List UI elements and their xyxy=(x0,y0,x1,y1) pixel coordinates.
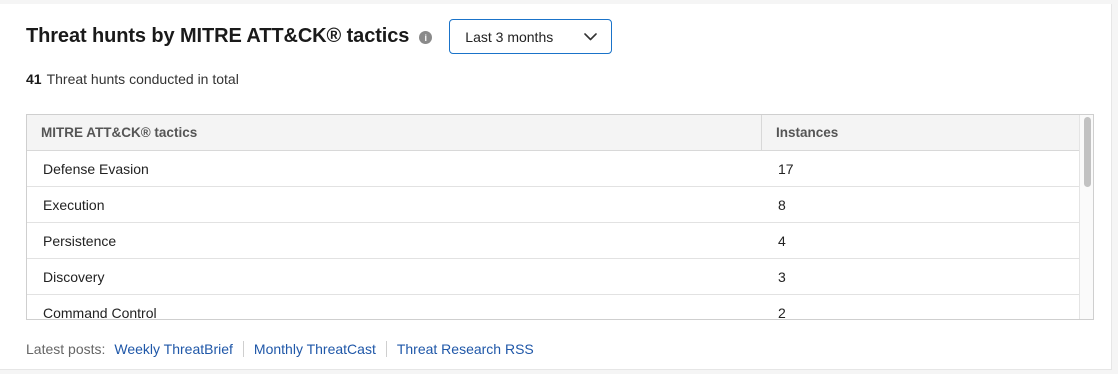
row-tactic: Discovery xyxy=(43,268,105,285)
hunts-summary: 41 Threat hunts conducted in total xyxy=(26,71,239,87)
chevron-down-icon xyxy=(584,32,598,41)
row-instances: 2 xyxy=(778,304,786,320)
column-header-instances[interactable]: Instances xyxy=(762,125,1080,140)
row-instances: 4 xyxy=(778,232,786,249)
link-divider xyxy=(242,341,244,357)
card-header: Threat hunts by MITRE ATT&CK® tactics i … xyxy=(26,19,613,54)
table-row: Discovery 3 xyxy=(27,259,1080,295)
link-divider xyxy=(385,341,387,357)
table-scrollbar[interactable] xyxy=(1079,115,1093,319)
row-tactic: Command Control xyxy=(43,304,157,320)
tactics-table[interactable]: MITRE ATT&CK® tactics Instances Defense … xyxy=(26,114,1094,320)
hunts-count: 41 xyxy=(26,71,42,87)
row-instances: 8 xyxy=(778,196,786,213)
table-row: Execution 8 xyxy=(27,187,1080,223)
card-title: Threat hunts by MITRE ATT&CK® tactics xyxy=(26,25,410,47)
table-header: MITRE ATT&CK® tactics Instances xyxy=(27,115,1080,151)
table-row: Command Control 2 xyxy=(27,295,1080,320)
info-icon[interactable]: i xyxy=(419,31,433,44)
latest-posts-label: Latest posts: xyxy=(26,341,106,357)
row-tactic: Persistence xyxy=(43,232,117,249)
table-row: Persistence 4 xyxy=(27,223,1080,259)
row-tactic: Defense Evasion xyxy=(43,160,149,177)
link-weekly-threatbrief[interactable]: Weekly ThreatBrief xyxy=(114,341,233,357)
threat-hunts-card: Threat hunts by MITRE ATT&CK® tactics i … xyxy=(0,4,1112,370)
row-instances: 3 xyxy=(778,268,786,285)
latest-posts: Latest posts: Weekly ThreatBrief Monthly… xyxy=(26,341,534,357)
row-tactic: Execution xyxy=(43,196,105,213)
link-monthly-threatcast[interactable]: Monthly ThreatCast xyxy=(254,341,376,357)
time-range-dropdown[interactable]: Last 3 months xyxy=(449,19,613,54)
hunts-summary-text: Threat hunts conducted in total xyxy=(46,71,239,87)
row-instances: 17 xyxy=(778,160,794,177)
scrollbar-thumb[interactable] xyxy=(1084,117,1091,187)
link-threat-research-rss[interactable]: Threat Research RSS xyxy=(397,341,534,357)
time-range-value: Last 3 months xyxy=(465,28,554,45)
column-header-tactics[interactable]: MITRE ATT&CK® tactics xyxy=(27,115,762,151)
table-row: Defense Evasion 17 xyxy=(27,151,1080,187)
tactics-table-body: MITRE ATT&CK® tactics Instances Defense … xyxy=(27,115,1080,320)
